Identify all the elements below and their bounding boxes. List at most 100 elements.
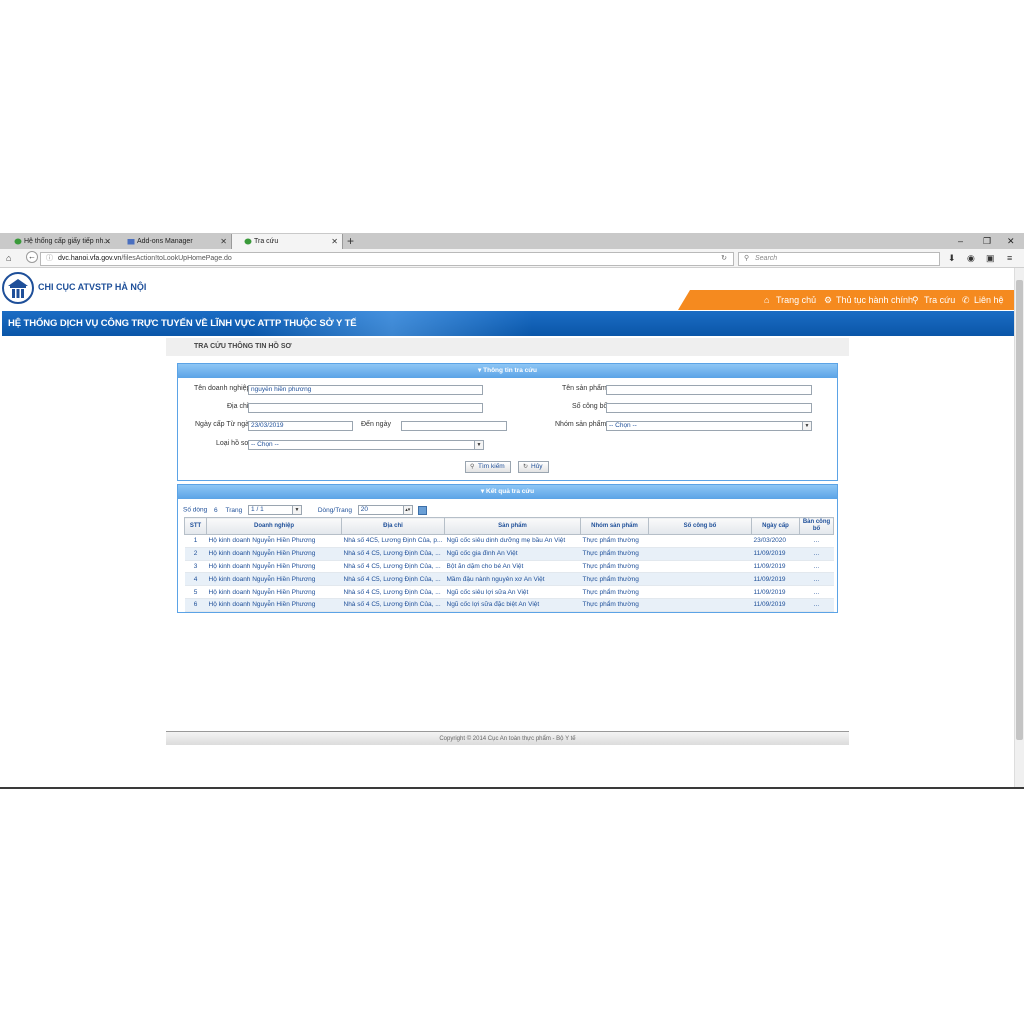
row-product[interactable]: Mầm đậu nành nguyên xơ An Việt xyxy=(444,572,581,587)
per-page-stepper[interactable]: 20 ▴▾ xyxy=(357,505,413,515)
row-company: Hộ kinh doanh Nguyễn Hiền Phương xyxy=(206,534,342,548)
search-bar[interactable]: ⚲ Search xyxy=(738,252,940,266)
phone-icon: ✆ xyxy=(962,295,970,305)
download-icon[interactable]: ⬇ xyxy=(948,252,956,265)
row-group: Thực phẩm thường xyxy=(580,585,649,599)
row-product[interactable]: Bột ăn dặm cho bé An Việt xyxy=(444,560,581,574)
row-number xyxy=(648,572,752,587)
product-group-select[interactable]: -- Chọn -- ▼ xyxy=(606,421,812,431)
cancel-button[interactable]: ↻ Hủy xyxy=(518,461,549,473)
banner: HỆ THỐNG DỊCH VỤ CÔNG TRỰC TUYẾN VỀ LĨNH… xyxy=(2,311,1014,336)
nav-bar: ⌂ ← ⓘ dvc.hanoi.vfa.gov.vn/filesAction!t… xyxy=(0,249,1024,268)
rows-label: Số dòng xyxy=(183,506,208,514)
table-row[interactable]: 6 Hộ kinh doanh Nguyễn Hiền Phương Nhà s… xyxy=(184,598,834,612)
home-icon: ⌂ xyxy=(764,295,770,305)
row-address: Nhà số 4 C5, Lương Định Của, ... xyxy=(341,547,445,561)
date-to-input[interactable] xyxy=(401,421,507,431)
row-doc-link[interactable]: ... xyxy=(799,585,834,599)
file-type-select[interactable]: -- Chọn -- ▼ xyxy=(248,440,484,450)
page-scrollbar[interactable] xyxy=(1014,268,1024,787)
info-icon[interactable]: ⓘ xyxy=(46,253,53,265)
date-from-input[interactable]: 23/03/2019 xyxy=(248,421,353,431)
tab-addons-manager[interactable]: Add-ons Manager ✕ xyxy=(115,234,231,249)
row-product[interactable]: Ngũ cốc siêu lợi sữa An Việt xyxy=(444,585,581,599)
announce-no-input[interactable] xyxy=(606,403,812,413)
menu-item-home[interactable]: ⌂ Trang chủ xyxy=(764,295,816,305)
row-product[interactable]: Ngũ cốc gia đình An Việt xyxy=(444,547,581,561)
spinner-icon[interactable]: ▴▾ xyxy=(402,506,412,514)
table-row[interactable]: 5 Hộ kinh doanh Nguyễn Hiền Phương Nhà s… xyxy=(184,585,834,599)
search-icon: ⚲ xyxy=(912,295,919,305)
search-button[interactable]: ⚲ Tìm kiếm xyxy=(465,461,511,473)
select-value: 1 / 1 xyxy=(251,506,264,513)
table-row[interactable]: 1 Hộ kinh doanh Nguyễn Hiền Phương Nhà s… xyxy=(184,534,834,548)
product-input[interactable] xyxy=(606,385,812,395)
row-address: Nhà số 4C5, Lương Định Của, p... xyxy=(341,534,445,548)
menu-item-lookup[interactable]: ⚲ Tra cứu xyxy=(912,295,955,306)
row-company: Hộ kinh doanh Nguyễn Hiền Phương xyxy=(206,572,342,587)
window-close-button[interactable]: ✕ xyxy=(1007,233,1015,249)
row-address: Nhà số 4 C5, Lương Định Của, ... xyxy=(341,598,445,612)
row-date: 11/09/2019 xyxy=(751,547,800,561)
scrollbar-thumb[interactable] xyxy=(1016,280,1023,740)
menu-label: Tra cứu xyxy=(924,295,956,305)
tab-label: Tra cứu xyxy=(254,238,279,245)
url-bar[interactable]: ⓘ dvc.hanoi.vfa.gov.vn/filesAction!toLoo… xyxy=(40,252,734,266)
close-icon[interactable]: ✕ xyxy=(104,234,111,249)
column-header[interactable]: STT xyxy=(184,517,207,535)
result-panel-header[interactable]: ▾ Kết quả tra cứu xyxy=(178,485,837,499)
column-header[interactable]: Bản công bố xyxy=(799,517,834,535)
date-to-label: Đến ngày xyxy=(361,421,391,428)
announce-no-label: Số công bố xyxy=(572,403,608,410)
table-row[interactable]: 4 Hộ kinh doanh Nguyễn Hiền Phương Nhà s… xyxy=(184,572,834,587)
reader-view-icon[interactable]: ▣ xyxy=(986,252,995,265)
table-row[interactable]: 2 Hộ kinh doanh Nguyễn Hiền Phương Nhà s… xyxy=(184,547,834,561)
menu-item-procedures[interactable]: ⚙ Thủ tục hành chính xyxy=(824,295,913,306)
minimize-button[interactable]: – xyxy=(958,233,963,249)
row-product[interactable]: Ngũ cốc siêu dinh dưỡng mẹ bầu An Việt xyxy=(444,534,581,548)
results-table: STT Doanh nghiệp Địa chỉ Sản phẩm Nhóm s… xyxy=(184,517,834,612)
page-select[interactable]: 1 / 1 ▼ xyxy=(248,505,303,515)
close-icon[interactable]: ✕ xyxy=(331,234,338,249)
logo-text[interactable]: CHI CỤC ATVSTP HÀ NỘI xyxy=(38,282,146,292)
restore-button[interactable]: ❐ xyxy=(983,233,991,249)
reload-icon[interactable]: ↻ xyxy=(721,253,727,265)
row-date: 11/09/2019 xyxy=(751,572,800,587)
table-row[interactable]: 3 Hộ kinh doanh Nguyễn Hiền Phương Nhà s… xyxy=(184,560,834,574)
row-product[interactable]: Ngũ cốc lợi sữa đặc biệt An Việt xyxy=(444,598,581,612)
new-tab-button[interactable]: + xyxy=(347,233,354,249)
export-icon[interactable] xyxy=(417,505,427,515)
column-header[interactable]: Địa chỉ xyxy=(341,517,445,535)
company-label: Tên doanh nghiệp xyxy=(194,385,251,392)
row-date: 11/09/2019 xyxy=(751,585,800,599)
pocket-icon[interactable]: ◉ xyxy=(967,252,975,265)
site-logo[interactable] xyxy=(2,272,34,304)
row-doc-link[interactable]: ... xyxy=(799,598,834,612)
column-header[interactable]: Số công bố xyxy=(648,517,752,535)
column-header[interactable]: Nhóm sản phẩm xyxy=(580,517,649,535)
row-company: Hộ kinh doanh Nguyễn Hiền Phương xyxy=(206,560,342,574)
menu-item-contact[interactable]: ✆ Liên hệ xyxy=(962,295,1004,306)
row-number xyxy=(648,547,752,561)
column-header[interactable]: Doanh nghiệp xyxy=(206,517,342,535)
tab-he-thong[interactable]: Hệ thống cấp giấy tiếp nh... ✕ xyxy=(2,234,115,249)
column-header[interactable]: Ngày cấp xyxy=(751,517,800,535)
tab-tra-cuu[interactable]: Tra cứu ✕ xyxy=(231,234,343,249)
row-date: 11/09/2019 xyxy=(751,560,800,574)
home-icon[interactable]: ⌂ xyxy=(6,252,11,265)
breadcrumb: TRA CỨU THÔNG TIN HỒ SƠ xyxy=(166,338,849,356)
row-doc-link[interactable]: ... xyxy=(799,534,834,548)
address-input[interactable] xyxy=(248,403,483,413)
company-input[interactable]: nguyễn hiền phương xyxy=(248,385,483,395)
back-arrow-icon[interactable]: ← xyxy=(26,251,38,263)
hamburger-menu-icon[interactable]: ≡ xyxy=(1007,252,1012,265)
search-panel-header[interactable]: ▾ Thông tin tra cứu xyxy=(178,364,837,378)
row-doc-link[interactable]: ... xyxy=(799,547,834,561)
row-doc-link[interactable]: ... xyxy=(799,560,834,574)
close-icon[interactable]: ✕ xyxy=(220,234,227,249)
column-header[interactable]: Sản phẩm xyxy=(444,517,581,535)
row-doc-link[interactable]: ... xyxy=(799,572,834,587)
chevron-down-icon: ▼ xyxy=(474,441,483,449)
footer: Copyright © 2014 Cục An toàn thực phẩm -… xyxy=(166,731,849,745)
row-address: Nhà số 4 C5, Lương Định Của, ... xyxy=(341,585,445,599)
